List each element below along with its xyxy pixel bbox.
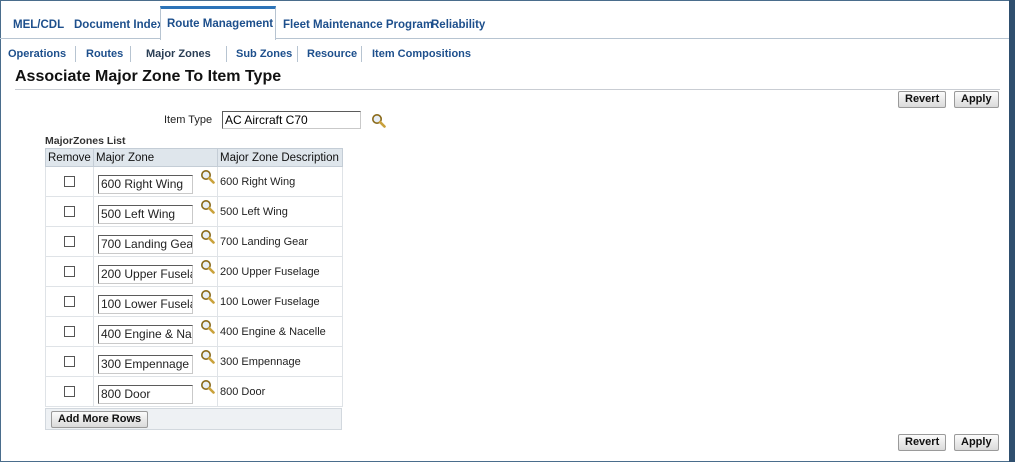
major-zone-description: 200 Upper Fuselage bbox=[217, 256, 343, 287]
major-zone-search-icon[interactable] bbox=[200, 199, 215, 214]
tab-mel-cdl[interactable]: MEL/CDL bbox=[7, 12, 70, 38]
remove-checkbox[interactable] bbox=[64, 296, 75, 307]
major-zone-search-icon[interactable] bbox=[200, 349, 215, 364]
remove-checkbox[interactable] bbox=[64, 266, 75, 277]
major-zone-input[interactable]: 700 Landing Gea bbox=[98, 235, 193, 254]
major-zone-search-icon[interactable] bbox=[200, 319, 215, 334]
remove-cell bbox=[45, 346, 94, 377]
major-zone-cell: 700 Landing Gea bbox=[93, 226, 218, 257]
major-zone-search-icon[interactable] bbox=[200, 289, 215, 304]
subtab-divider bbox=[130, 46, 131, 62]
remove-cell bbox=[45, 226, 94, 257]
major-zone-input[interactable]: 200 Upper Fusela bbox=[98, 265, 193, 284]
item-type-label: Item Type bbox=[164, 114, 213, 126]
add-rows-bar: Add More Rows bbox=[45, 408, 342, 430]
subtab-major-zones[interactable]: Major Zones bbox=[146, 44, 211, 64]
subtab-resource[interactable]: Resource bbox=[307, 44, 357, 64]
table-row: 600 Right Wing 600 Right Wing bbox=[45, 166, 343, 197]
remove-cell bbox=[45, 256, 94, 287]
major-zone-description: 800 Door bbox=[217, 376, 343, 407]
major-zone-description: 500 Left Wing bbox=[217, 196, 343, 227]
subtab-routes[interactable]: Routes bbox=[86, 44, 123, 64]
major-zone-description: 300 Empennage bbox=[217, 346, 343, 377]
add-more-rows-button[interactable]: Add More Rows bbox=[51, 411, 149, 428]
tab-document-index[interactable]: Document Index bbox=[68, 12, 169, 38]
major-zone-search-icon[interactable] bbox=[200, 229, 215, 244]
remove-checkbox[interactable] bbox=[64, 206, 75, 217]
major-zone-input[interactable]: 300 Empennage bbox=[98, 355, 193, 374]
remove-checkbox[interactable] bbox=[64, 356, 75, 367]
apply-button-bottom[interactable]: Apply bbox=[954, 434, 999, 451]
subtab-divider bbox=[226, 46, 227, 62]
major-zone-cell: 600 Right Wing bbox=[93, 166, 218, 197]
table-row: 700 Landing Gea 700 Landing Gear bbox=[45, 226, 343, 257]
major-zone-search-icon[interactable] bbox=[200, 379, 215, 394]
major-zone-input[interactable]: 600 Right Wing bbox=[98, 175, 193, 194]
subtab-divider bbox=[297, 46, 298, 62]
subtab-divider bbox=[361, 46, 362, 62]
top-tab-bar: MEL/CDL Document Index Route Management … bbox=[0, 6, 1009, 40]
subtab-sub-zones[interactable]: Sub Zones bbox=[236, 44, 292, 64]
major-zone-cell: 200 Upper Fusela bbox=[93, 256, 218, 287]
remove-checkbox[interactable] bbox=[64, 326, 75, 337]
major-zone-description: 400 Engine & Nacelle bbox=[217, 316, 343, 347]
major-zone-cell: 300 Empennage bbox=[93, 346, 218, 377]
major-zones-list-title: MajorZones List bbox=[45, 135, 126, 147]
tab-fleet-maintenance-program[interactable]: Fleet Maintenance Program bbox=[277, 12, 439, 38]
table-row: 200 Upper Fusela 200 Upper Fuselage bbox=[45, 256, 343, 287]
table-row: 100 Lower Fusela 100 Lower Fuselage bbox=[45, 286, 343, 317]
major-zone-description: 100 Lower Fuselage bbox=[217, 286, 343, 317]
item-type-input[interactable]: AC Aircraft C70 bbox=[222, 111, 361, 129]
major-zone-input[interactable]: 100 Lower Fusela bbox=[98, 295, 193, 314]
major-zone-input[interactable]: 800 Door bbox=[98, 385, 193, 404]
major-zone-cell: 800 Door bbox=[93, 376, 218, 407]
item-type-search-icon[interactable] bbox=[371, 113, 386, 128]
revert-button-bottom[interactable]: Revert bbox=[898, 434, 947, 451]
apply-button-top[interactable]: Apply bbox=[954, 91, 999, 108]
subtab-divider bbox=[75, 46, 76, 62]
right-edge-bar bbox=[1009, 0, 1015, 462]
table-row: 400 Engine & Na 400 Engine & Nacelle bbox=[45, 316, 343, 347]
subtab-item-compositions[interactable]: Item Compositions bbox=[372, 44, 471, 64]
table-row: 800 Door 800 Door bbox=[45, 376, 343, 407]
column-header-remove: Remove bbox=[45, 148, 94, 167]
remove-cell bbox=[45, 286, 94, 317]
column-header-major-zone: Major Zone bbox=[93, 148, 218, 167]
remove-cell bbox=[45, 196, 94, 227]
major-zone-description: 700 Landing Gear bbox=[217, 226, 343, 257]
remove-checkbox[interactable] bbox=[64, 176, 75, 187]
column-header-major-zone-description: Major Zone Description bbox=[217, 148, 343, 167]
tab-reliability[interactable]: Reliability bbox=[425, 12, 491, 38]
major-zone-cell: 400 Engine & Na bbox=[93, 316, 218, 347]
revert-button-top[interactable]: Revert bbox=[898, 91, 947, 108]
remove-cell bbox=[45, 166, 94, 197]
major-zone-description: 600 Right Wing bbox=[217, 166, 343, 197]
table-row: 300 Empennage 300 Empennage bbox=[45, 346, 343, 377]
remove-checkbox[interactable] bbox=[64, 386, 75, 397]
title-divider bbox=[15, 89, 1000, 90]
major-zone-input[interactable]: 400 Engine & Na bbox=[98, 325, 193, 344]
remove-cell bbox=[45, 376, 94, 407]
remove-checkbox[interactable] bbox=[64, 236, 75, 247]
major-zone-cell: 500 Left Wing bbox=[93, 196, 218, 227]
major-zone-cell: 100 Lower Fusela bbox=[93, 286, 218, 317]
major-zones-table: Remove Major Zone Major Zone Description… bbox=[45, 148, 343, 407]
table-row: 500 Left Wing 500 Left Wing bbox=[45, 196, 343, 227]
page-title: Associate Major Zone To Item Type bbox=[15, 68, 282, 85]
major-zone-search-icon[interactable] bbox=[200, 259, 215, 274]
major-zone-input[interactable]: 500 Left Wing bbox=[98, 205, 193, 224]
major-zone-search-icon[interactable] bbox=[200, 169, 215, 184]
remove-cell bbox=[45, 316, 94, 347]
tab-route-management[interactable]: Route Management bbox=[160, 6, 276, 40]
subtab-operations[interactable]: Operations bbox=[8, 44, 66, 64]
